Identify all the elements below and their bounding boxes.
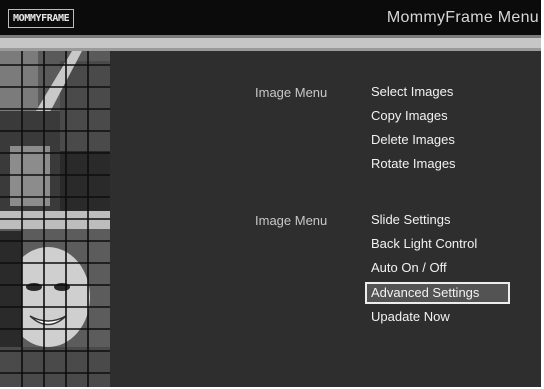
- photo-collage-image: [0, 51, 110, 387]
- menu-item-rotate-images[interactable]: Rotate Images: [365, 153, 510, 175]
- menu-item-slide-settings[interactable]: Slide Settings: [365, 209, 510, 231]
- menu-item-auto-on-off[interactable]: Auto On / Off: [365, 257, 510, 279]
- photo-preview-panel: [0, 51, 110, 387]
- menu-item-select-images[interactable]: Select Images: [365, 81, 510, 103]
- header-bar: MOMMYFRAME MommyFrame Menu: [0, 0, 541, 35]
- section-label-image-menu-2: Image Menu: [255, 213, 328, 228]
- menu-content: Image Menu Select Images Copy Images Del…: [110, 51, 541, 387]
- menu-item-delete-images[interactable]: Delete Images: [365, 129, 510, 151]
- brand-logo: MOMMYFRAME: [8, 9, 75, 28]
- section-label-image-menu: Image Menu: [255, 85, 328, 100]
- menu-item-update-now[interactable]: Upadate Now: [365, 306, 510, 328]
- menu-item-back-light-control[interactable]: Back Light Control: [365, 233, 510, 255]
- header-divider-light: [0, 38, 541, 48]
- menu-item-advanced-settings[interactable]: Advanced Settings: [365, 282, 510, 304]
- menu-item-copy-images[interactable]: Copy Images: [365, 105, 510, 127]
- frame-screen: MOMMYFRAME MommyFrame Menu Image Menu Se…: [0, 0, 541, 387]
- page-title: MommyFrame Menu: [386, 9, 539, 26]
